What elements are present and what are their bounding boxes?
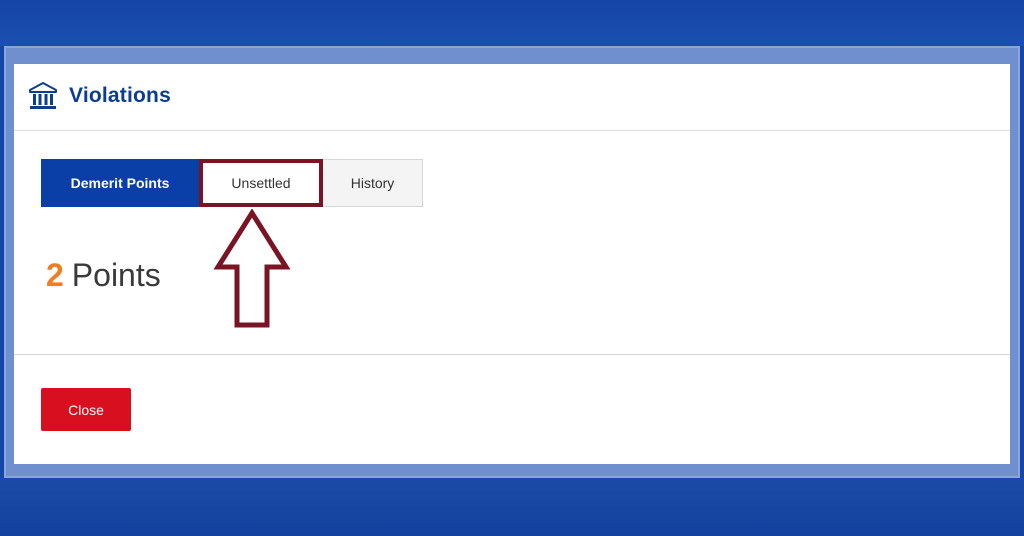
demerit-points-summary: 2 Points [46,257,161,294]
up-arrow-annotation-icon [213,209,291,328]
points-unit-label: Points [71,257,161,293]
violations-tabs: Demerit Points Unsettled History [41,159,423,207]
violations-modal: Violations Demerit Points Unsettled Hist… [14,64,1010,464]
modal-title: Violations [69,84,171,107]
tab-demerit-points[interactable]: Demerit Points [41,159,199,207]
close-button[interactable]: Close [41,388,131,431]
background-top [0,0,1024,46]
tab-unsettled[interactable]: Unsettled [199,159,323,207]
background-bottom [0,478,1024,536]
tab-history[interactable]: History [323,159,423,207]
modal-header: Violations [14,64,1010,131]
bank-building-icon [27,80,59,112]
footer-divider [14,354,1010,355]
points-value: 2 [46,257,64,293]
